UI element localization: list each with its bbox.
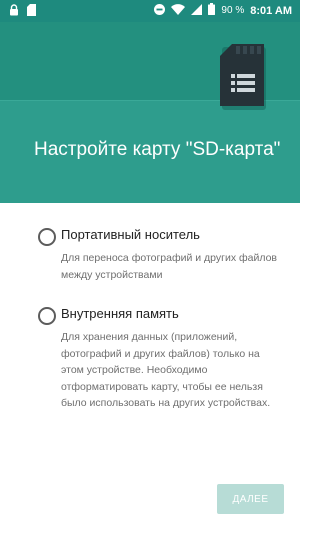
option-label[interactable]: Портативный носитель: [61, 227, 200, 242]
sd-card-illustration-icon: [220, 44, 266, 110]
status-bar-left: [9, 4, 36, 19]
status-bar-right: 90 % 8:01 AM: [154, 3, 292, 18]
header: Настройте карту "SD-карта": [0, 22, 300, 203]
option-label[interactable]: Внутренняя память: [61, 306, 179, 321]
battery-percent: 90 %: [221, 5, 245, 16]
status-bar: 90 % 8:01 AM: [0, 0, 300, 22]
wifi-icon: [171, 3, 186, 18]
battery-icon: [208, 3, 216, 18]
sd-card-icon: [27, 4, 36, 19]
cellular-signal-icon: [191, 3, 203, 18]
lock-icon: [9, 4, 19, 19]
option-description: Для хранения данных (приложений, фотогра…: [61, 331, 271, 409]
internal-storage-radio[interactable]: [38, 307, 56, 325]
do-not-disturb-icon: [154, 3, 166, 18]
portable-storage-radio[interactable]: [38, 228, 56, 246]
status-bar-time: 8:01 AM: [250, 4, 292, 17]
page-title: Настройте карту "SD-карта": [34, 139, 281, 160]
next-button[interactable]: ДАЛЕЕ: [217, 484, 284, 514]
option-description: Для переноса фотографий и других файлов …: [61, 252, 278, 281]
